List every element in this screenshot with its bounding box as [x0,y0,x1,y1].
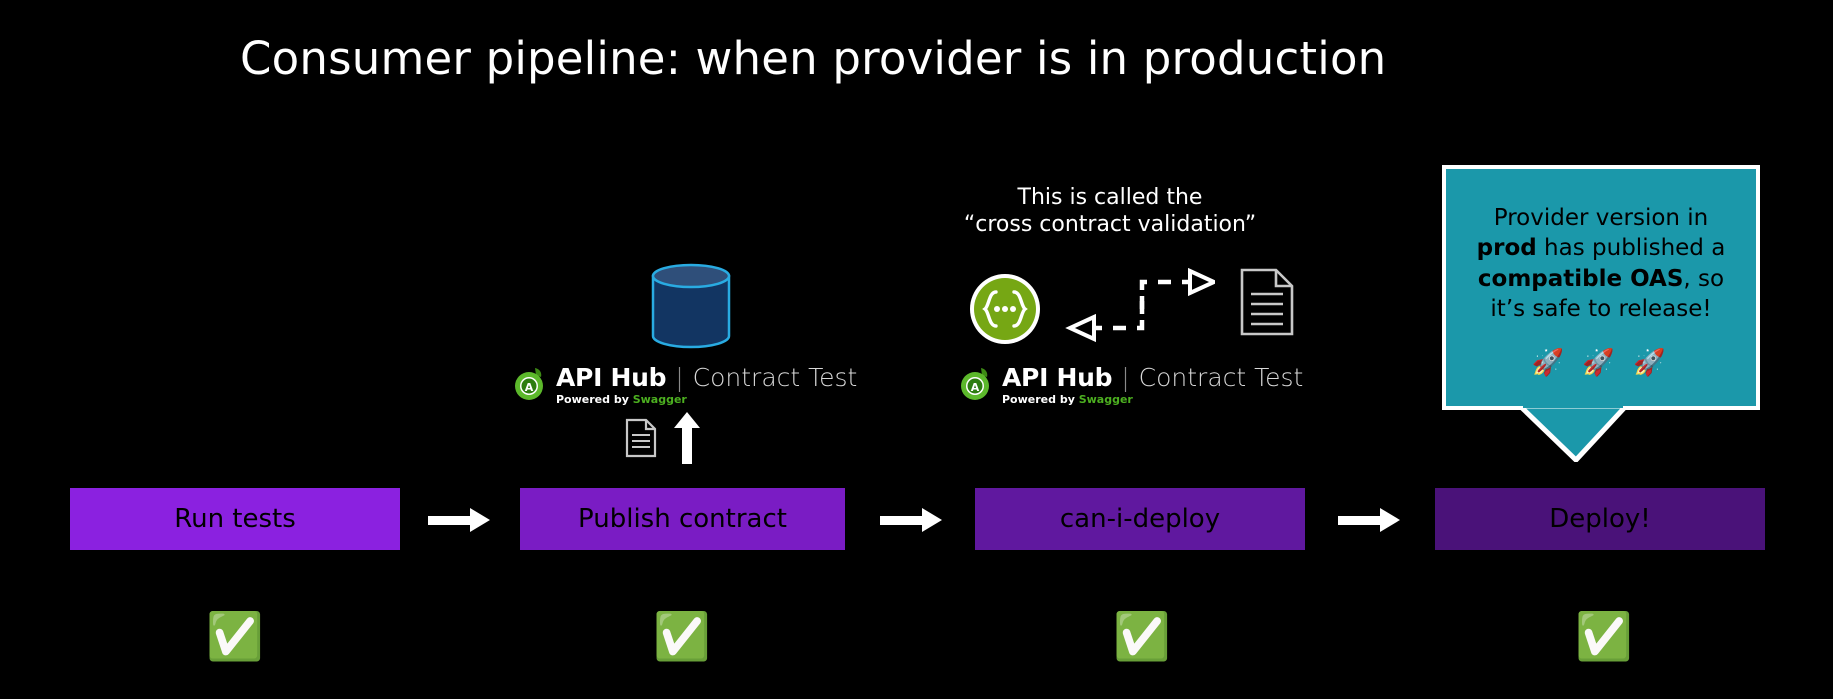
callout-bubble: Provider version in prod has published a… [1442,165,1760,464]
api-hub-name: API Hub [556,362,667,392]
page-title: Consumer pipeline: when provider is in p… [240,32,1387,85]
right-arrow-icon [1338,508,1400,532]
status-badge: ✅ [653,609,711,663]
up-arrow-icon [674,412,700,464]
document-icon [1240,268,1294,336]
document-icon [625,418,657,458]
pact-contract-icon [968,272,1042,346]
pipeline-step-run-tests[interactable]: Run tests [70,488,400,550]
pipeline-step-label: Publish contract [578,504,787,534]
swagger-brand: Swagger [632,392,687,406]
api-hub-product: Contract Testing [1138,362,1303,392]
api-hub-badge-icon: A [958,366,994,402]
status-badge: ✅ [1575,609,1633,663]
api-hub-product: Contract Testing [692,362,857,392]
api-hub-powered-by: Powered by Swagger [556,393,857,406]
pipeline-step-label: can-i-deploy [1059,504,1221,534]
status-badge: ✅ [206,609,264,663]
api-hub-logo: A API Hub | Contract Testing Powered by … [958,360,1303,408]
pipeline-step-label: Deploy! [1549,504,1651,534]
api-hub-powered-by: Powered by Swagger [1002,393,1303,406]
api-hub-separator: | [675,362,684,392]
cross-validation-line-2: “cross contract validation” [963,211,1257,237]
callout-body: Provider version in prod has published a… [1442,165,1760,410]
api-hub-name: API Hub [1002,362,1113,392]
cross-validation-line-1: This is called the [1017,185,1203,210]
pipeline-step-can-i-deploy[interactable]: can-i-deploy [975,488,1305,550]
powered-prefix: Powered by [1002,392,1079,406]
api-hub-separator: | [1121,362,1130,392]
rocket-emoji: 🚀 🚀 🚀 [1531,348,1671,379]
bidirectional-dashed-arrow-icon [1050,267,1219,348]
cross-validation-annotation: This is called the “cross contract valid… [960,185,1260,239]
callout-tail-icon [1513,400,1632,464]
pipeline-step-deploy[interactable]: Deploy! [1435,488,1765,550]
right-arrow-icon [880,508,942,532]
powered-prefix: Powered by [556,392,633,406]
right-arrow-icon [428,508,490,532]
swagger-brand: Swagger [1078,392,1133,406]
database-cylinder-icon [650,262,732,350]
pipeline-step-label: Run tests [174,504,296,534]
svg-text:A: A [971,381,980,394]
api-hub-badge-icon: A [512,366,548,402]
callout-text: Provider version in prod has published a… [1476,205,1726,323]
pipeline-step-publish-contract[interactable]: Publish contract [520,488,845,550]
svg-text:A: A [525,381,534,394]
status-badge: ✅ [1113,609,1171,663]
api-hub-logo: A API Hub | Contract Testing Powered by … [512,360,857,408]
